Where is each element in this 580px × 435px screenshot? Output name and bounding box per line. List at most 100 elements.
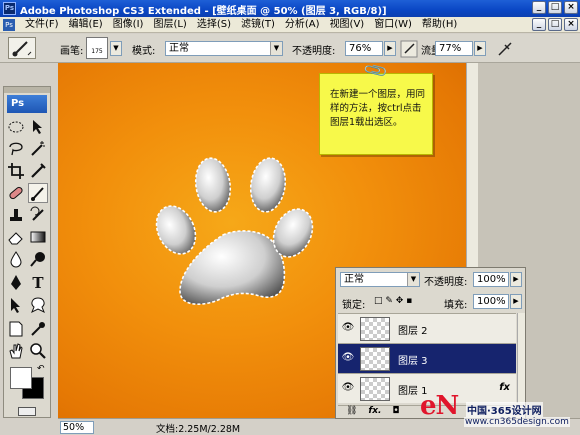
zoom-icon[interactable] — [28, 341, 48, 361]
fill-slider[interactable]: ▶ — [510, 294, 522, 309]
note-text: 在新建一个图层，用同样的方法，按ctrl点击图层1载出选区。 — [330, 89, 426, 128]
chevron-down-icon: ▼ — [270, 42, 282, 55]
brush-picker[interactable]: 175 — [86, 37, 108, 59]
layer-opacity-input[interactable]: 100% — [473, 272, 509, 287]
menu-file[interactable]: 文件(F) — [20, 18, 64, 32]
doc-restore-button[interactable]: □ — [548, 18, 562, 31]
quick-mask-icon[interactable] — [18, 407, 36, 416]
paw-toe-left — [155, 205, 197, 255]
watermark-site-name: 中国·365设计网 — [466, 402, 543, 417]
add-mask-icon[interactable]: ◘ — [392, 406, 399, 416]
gradient-icon[interactable] — [28, 227, 48, 247]
doc-window-controls: _ □ × — [530, 18, 578, 31]
hand-icon[interactable] — [6, 341, 26, 361]
brush-icon — [12, 41, 32, 57]
paw-toe-second — [194, 157, 232, 213]
opacity-input[interactable]: 76% — [345, 41, 383, 56]
layer-thumbnail — [360, 317, 390, 341]
maximize-button[interactable]: □ — [548, 1, 562, 14]
notes-icon[interactable] — [6, 319, 26, 339]
eye-icon[interactable]: 👁 — [340, 352, 356, 364]
document-size: 文档:2.25M/2.28M — [156, 424, 241, 435]
menu-analysis[interactable]: 分析(A) — [280, 18, 325, 32]
paw-main-pad — [179, 230, 286, 305]
menu-view[interactable]: 视图(V) — [325, 18, 370, 32]
eye-icon[interactable]: 👁 — [340, 322, 356, 334]
zoom-field[interactable]: 50% — [60, 421, 94, 434]
doc-close-button[interactable]: × — [564, 18, 578, 31]
menu-image[interactable]: 图像(I) — [108, 18, 149, 32]
toolbox-grip[interactable] — [4, 87, 50, 93]
path-select-icon[interactable] — [6, 295, 26, 315]
marquee-icon[interactable] — [6, 117, 26, 137]
layer-name: 图层 3 — [398, 356, 428, 367]
add-style-button[interactable]: fx. — [368, 406, 381, 416]
magic-wand-icon[interactable] — [28, 139, 48, 159]
link-layers-icon[interactable]: ⛓ — [346, 406, 357, 416]
mode-label: 模式: — [132, 46, 156, 57]
blur-icon[interactable] — [6, 249, 26, 269]
eye-icon[interactable]: 👁 — [340, 382, 356, 394]
lasso-icon[interactable] — [6, 139, 26, 159]
menu-filter[interactable]: 滤镜(T) — [236, 18, 280, 32]
dodge-icon[interactable] — [28, 249, 48, 269]
minimize-button[interactable]: _ — [532, 1, 546, 14]
stamp-icon[interactable] — [6, 205, 26, 225]
toolbox-logo: Ps — [7, 95, 47, 113]
menu-help[interactable]: 帮助(H) — [417, 18, 462, 32]
brush-picker-arrow[interactable]: ▼ — [110, 41, 122, 56]
brush-label: 画笔: — [60, 46, 84, 57]
tool-preset-picker[interactable] — [8, 37, 36, 59]
paw-toe-third — [249, 157, 287, 213]
airbrush-icon[interactable] — [400, 40, 418, 58]
foreground-color[interactable] — [10, 367, 32, 389]
app-icon: Ps — [3, 2, 16, 15]
move-icon[interactable] — [28, 117, 48, 137]
mode-select[interactable]: 正常 ▼ — [165, 41, 283, 56]
opacity-slider-button[interactable]: ▶ — [384, 41, 396, 56]
window-controls: _ □ × — [530, 1, 578, 14]
blend-mode-select[interactable]: 正常 ▼ — [340, 272, 420, 287]
title-bar: Ps Adobe Photoshop CS3 Extended - [壁纸桌面 … — [0, 0, 580, 17]
layer-opacity-slider[interactable]: ▶ — [510, 272, 522, 287]
history-brush-icon[interactable] — [28, 205, 48, 225]
layer-opacity-label: 不透明度: — [424, 277, 468, 288]
eyedropper-icon[interactable] — [28, 319, 48, 339]
menu-bar: Ps 文件(F) 编辑(E) 图像(I) 图层(L) 选择(S) 滤镜(T) 分… — [0, 17, 580, 33]
layer-thumbnail — [360, 347, 390, 371]
chevron-down-icon: ▼ — [407, 273, 419, 286]
type-icon[interactable]: T — [28, 273, 48, 293]
watermark-url: www.cn365design.com — [464, 417, 570, 427]
opacity-label: 不透明度: — [292, 46, 336, 57]
eraser-icon[interactable] — [6, 227, 26, 247]
watermark-logo: eN — [420, 391, 459, 421]
airbrush-toggle-icon[interactable] — [496, 40, 514, 58]
shape-icon[interactable] — [28, 295, 48, 315]
annotation-note: 📎 在新建一个图层，用同样的方法，按ctrl点击图层1载出选区。 — [319, 57, 433, 155]
menu-window[interactable]: 窗口(W) — [369, 18, 417, 32]
menu-edit[interactable]: 编辑(E) — [64, 18, 108, 32]
brush-size: 175 — [91, 48, 103, 55]
healing-icon[interactable] — [6, 183, 26, 203]
close-button[interactable]: × — [564, 1, 578, 14]
layer-row-selected[interactable]: 👁 图层 3 — [338, 343, 516, 373]
swap-colors-icon[interactable]: ↶ — [37, 364, 45, 374]
brush-tool-icon[interactable] — [28, 183, 48, 203]
crop-icon[interactable] — [6, 161, 26, 181]
lock-icons[interactable]: □ ✎ ✥ ▪ — [374, 296, 412, 306]
slice-icon[interactable] — [28, 161, 48, 181]
menu-select[interactable]: 选择(S) — [192, 18, 236, 32]
layer-name: 图层 2 — [398, 326, 428, 337]
flow-slider-button[interactable]: ▶ — [474, 41, 486, 56]
flow-input[interactable]: 77% — [435, 41, 473, 56]
window-title: Adobe Photoshop CS3 Extended - [壁纸桌面 @ 5… — [20, 6, 387, 17]
fill-input[interactable]: 100% — [473, 294, 509, 309]
options-bar: 画笔: 175 ▼ 模式: 正常 ▼ 不透明度: 76% ▶ 流量: 77% ▶ — [0, 34, 580, 63]
watermark: eN 中国·365设计网 www.cn365design.com — [420, 385, 580, 435]
layer-thumbnail — [360, 377, 390, 401]
lock-label: 锁定: — [342, 300, 366, 311]
menu-layer[interactable]: 图层(L) — [148, 18, 191, 32]
layer-row[interactable]: 👁 图层 2 — [338, 313, 516, 343]
doc-minimize-button[interactable]: _ — [532, 18, 546, 31]
pen-icon[interactable] — [6, 273, 26, 293]
